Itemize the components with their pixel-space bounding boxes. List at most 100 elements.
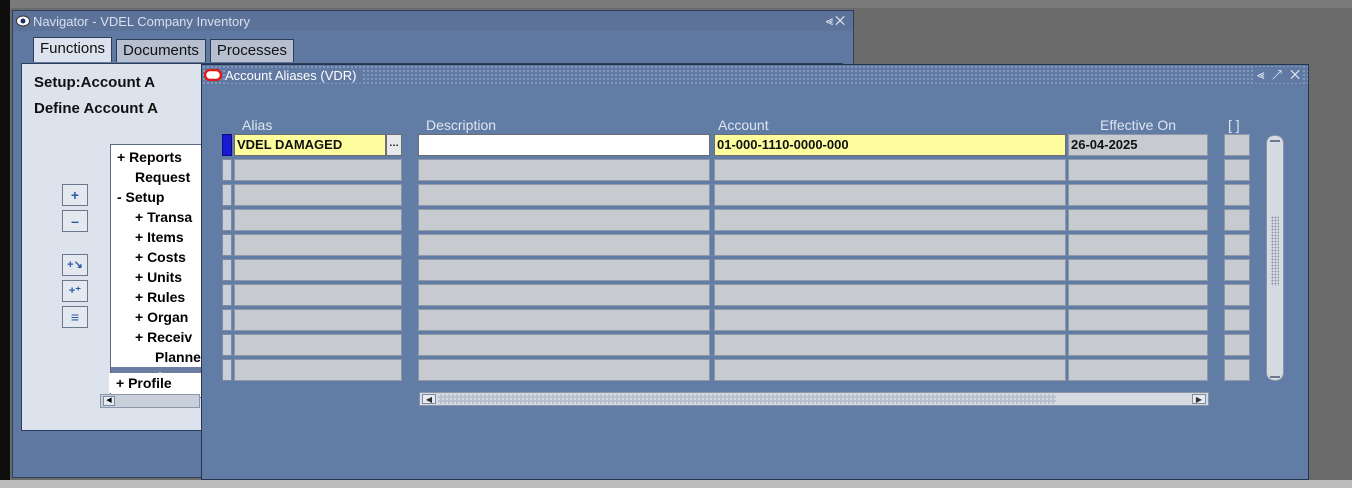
desktop-bottom-edge <box>0 480 1352 488</box>
description-field[interactable] <box>418 284 710 306</box>
effective-on-field[interactable] <box>1068 284 1208 306</box>
flexfield-indicator[interactable]: [ ] <box>1228 117 1240 133</box>
account-aliases-titlebar[interactable]: Account Aliases (VDR) ⪡ ↗ ✕ <box>202 65 1308 85</box>
description-field[interactable] <box>418 334 710 356</box>
tree-hscrollbar[interactable]: ◀ <box>100 394 200 408</box>
effective-on-field[interactable] <box>1068 234 1208 256</box>
scroll-down-icon[interactable] <box>1270 368 1280 378</box>
flexfield-cell[interactable] <box>1224 284 1250 306</box>
effective-on-field[interactable]: 26-04-2025 <box>1068 134 1208 156</box>
effective-on-field[interactable] <box>1068 334 1208 356</box>
scroll-up-icon[interactable] <box>1270 140 1280 150</box>
flexfield-cell[interactable] <box>1224 234 1250 256</box>
column-header-description: Description <box>426 117 497 133</box>
account-field[interactable] <box>714 309 1066 331</box>
alias-field[interactable] <box>234 359 402 381</box>
scroll-left-icon[interactable]: ◀ <box>422 394 436 404</box>
collapse-button[interactable]: – <box>62 210 88 232</box>
flexfield-cell[interactable] <box>1224 359 1250 381</box>
effective-on-field[interactable] <box>1068 159 1208 181</box>
expand-button[interactable]: + <box>62 184 88 206</box>
scroll-left-icon[interactable]: ◀ <box>103 396 115 406</box>
desktop-top <box>0 0 1352 8</box>
effective-on-field[interactable] <box>1068 259 1208 281</box>
record-indicator[interactable] <box>222 284 232 306</box>
collapse-all-button[interactable]: ≡ <box>62 306 88 328</box>
effective-on-field[interactable] <box>1068 184 1208 206</box>
account-field[interactable] <box>714 159 1066 181</box>
alias-field[interactable] <box>234 334 402 356</box>
record-indicator[interactable] <box>222 259 232 281</box>
record-indicator[interactable] <box>222 184 232 206</box>
flexfield-cell[interactable] <box>1224 159 1250 181</box>
account-field[interactable] <box>714 209 1066 231</box>
alias-lov-button[interactable]: … <box>386 134 402 156</box>
function-path-header: Setup:Account A <box>34 74 156 91</box>
alias-field[interactable] <box>234 184 402 206</box>
expand-all-button[interactable]: +⁺ <box>62 280 88 302</box>
flexfield-cell[interactable] <box>1224 134 1250 156</box>
description-field[interactable] <box>418 359 710 381</box>
description-field[interactable] <box>418 184 710 206</box>
column-header-effective-on: Effective On <box>1100 117 1177 133</box>
record-indicator-active[interactable] <box>222 134 232 156</box>
record-indicator[interactable] <box>222 359 232 381</box>
flexfield-cell[interactable] <box>1224 184 1250 206</box>
expand-icon: + <box>70 187 80 203</box>
record-indicator[interactable] <box>222 209 232 231</box>
description-field[interactable] <box>418 134 710 156</box>
account-field[interactable] <box>714 259 1066 281</box>
flexfield-cell[interactable] <box>1224 334 1250 356</box>
tree-item-profile[interactable]: + Profile <box>109 373 209 393</box>
alias-field[interactable] <box>234 209 402 231</box>
alias-field[interactable] <box>234 234 402 256</box>
flexfield-cell[interactable] <box>1224 209 1250 231</box>
record-indicator[interactable] <box>222 159 232 181</box>
description-field[interactable] <box>418 234 710 256</box>
alias-field[interactable]: VDEL DAMAGED <box>234 134 386 156</box>
description-field[interactable] <box>418 159 710 181</box>
navigator-title: Navigator - VDEL Company Inventory <box>33 13 251 29</box>
record-indicator[interactable] <box>222 309 232 331</box>
columns-hscrollbar[interactable]: ◀ ▶ <box>419 392 1209 406</box>
scroll-grip-icon[interactable] <box>1271 216 1279 286</box>
hscroll-thumb[interactable] <box>438 394 1056 404</box>
expand-branch-icon: +↘ <box>67 259 83 271</box>
effective-on-field[interactable] <box>1068 309 1208 331</box>
alias-field[interactable] <box>234 159 402 181</box>
effective-on-field[interactable] <box>1068 359 1208 381</box>
collapse-icon: – <box>71 213 79 229</box>
account-aliases-window-controls[interactable]: ⪡ ↗ ✕ <box>1253 67 1302 83</box>
expand-branch-button[interactable]: +↘ <box>62 254 88 276</box>
oracle-logo-icon <box>204 69 222 81</box>
scroll-right-icon[interactable]: ▶ <box>1192 394 1206 404</box>
tab-functions[interactable]: Functions <box>33 37 113 62</box>
navigator-window-controls[interactable]: ⪡✕ <box>826 13 847 29</box>
account-field[interactable] <box>714 334 1066 356</box>
navigator-tabs: Functions Documents Processes <box>33 37 298 63</box>
tab-processes[interactable]: Processes <box>209 39 294 62</box>
description-field[interactable] <box>418 309 710 331</box>
tab-documents[interactable]: Documents <box>116 39 206 62</box>
column-header-account: Account <box>718 117 769 133</box>
alias-field[interactable] <box>234 284 402 306</box>
record-indicator[interactable] <box>222 234 232 256</box>
navigator-eye-icon <box>16 15 30 27</box>
account-field[interactable] <box>714 234 1066 256</box>
description-field[interactable] <box>418 209 710 231</box>
account-field[interactable] <box>714 284 1066 306</box>
account-field[interactable] <box>714 359 1066 381</box>
description-field[interactable] <box>418 259 710 281</box>
navigator-titlebar[interactable]: Navigator - VDEL Company Inventory ⪡✕ <box>13 11 853 31</box>
flexfield-cell[interactable] <box>1224 259 1250 281</box>
account-field[interactable]: 01-000-1110-0000-000 <box>714 134 1066 156</box>
account-aliases-window: Account Aliases (VDR) ⪡ ↗ ✕ Alias Descri… <box>201 64 1309 480</box>
record-indicator[interactable] <box>222 334 232 356</box>
flexfield-cell[interactable] <box>1224 309 1250 331</box>
records-vscrollbar[interactable] <box>1266 135 1284 381</box>
account-field[interactable] <box>714 184 1066 206</box>
alias-field[interactable] <box>234 309 402 331</box>
alias-field[interactable] <box>234 259 402 281</box>
effective-on-field[interactable] <box>1068 209 1208 231</box>
collapse-all-icon: ≡ <box>70 309 80 325</box>
